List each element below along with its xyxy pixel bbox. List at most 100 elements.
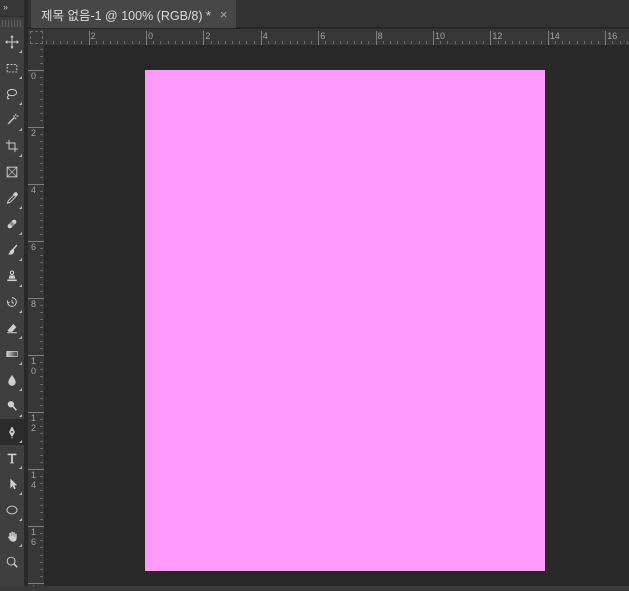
ruler-label: 4	[31, 185, 37, 195]
ruler-minor-tick	[461, 41, 463, 44]
ruler-minor-tick	[40, 248, 43, 250]
ruler-minor-tick	[476, 41, 478, 44]
ruler-minor-tick	[40, 219, 43, 221]
ruler-minor-tick	[40, 454, 43, 456]
ruler-minor-tick	[346, 41, 348, 44]
panel-collapse-icon[interactable]: »	[3, 2, 8, 12]
ruler-minor-tick	[40, 326, 43, 328]
vertical-ruler[interactable]: 024681 01 21 41 61 8	[28, 45, 44, 586]
ruler-minor-tick	[40, 540, 43, 542]
tool-rectangular-marquee[interactable]	[0, 55, 24, 81]
ruler-minor-tick	[153, 41, 155, 44]
zoom-icon	[5, 555, 19, 569]
tools-panel-grip[interactable]	[2, 20, 22, 27]
ruler-major-tick	[490, 31, 492, 45]
ruler-minor-tick	[40, 141, 43, 143]
crop-icon	[5, 139, 19, 153]
ruler-minor-tick	[40, 98, 43, 100]
ruler-minor-tick	[40, 390, 43, 392]
ruler-label: 1 6	[31, 527, 37, 547]
ruler-minor-tick	[483, 41, 485, 44]
ruler-minor-tick	[267, 41, 269, 44]
ruler-minor-tick	[40, 347, 43, 349]
ruler-major-tick	[146, 31, 147, 45]
bottom-edge	[0, 586, 629, 591]
ruler-minor-tick	[562, 41, 564, 44]
tool-flyout-indicator	[19, 440, 22, 443]
tool-flyout-indicator	[19, 102, 22, 105]
tool-brush[interactable]	[0, 237, 24, 263]
lasso-icon	[5, 87, 19, 101]
tool-spot-healing-brush[interactable]	[0, 211, 24, 237]
tool-pen[interactable]	[0, 419, 24, 445]
document-tab[interactable]: 제목 없음-1 @ 100% (RGB/8) * ×	[31, 0, 237, 28]
ruler-minor-tick	[40, 447, 43, 449]
ruler-minor-tick	[275, 41, 277, 44]
ruler-minor-tick	[217, 41, 219, 44]
tools-panel-header: »	[0, 0, 24, 17]
ruler-minor-tick	[40, 212, 43, 214]
ruler-minor-tick	[504, 41, 506, 44]
tool-type[interactable]	[0, 445, 24, 471]
ruler-minor-tick	[447, 41, 449, 44]
tool-zoom[interactable]	[0, 549, 24, 575]
ruler-major-tick	[260, 31, 262, 45]
tool-gradient[interactable]	[0, 341, 24, 367]
frame-icon	[5, 165, 19, 179]
ruler-corner[interactable]	[28, 29, 44, 45]
ruler-minor-tick	[40, 105, 43, 107]
tool-hand[interactable]	[0, 523, 24, 549]
ruler-minor-tick	[40, 461, 43, 463]
ruler-minor-tick	[110, 41, 112, 44]
tool-path-selection[interactable]	[0, 471, 24, 497]
tool-clone-stamp[interactable]	[0, 263, 24, 289]
document-canvas[interactable]	[145, 70, 545, 571]
ruler-minor-tick	[382, 41, 384, 44]
ruler-label: 8	[377, 31, 383, 41]
ruler-minor-tick	[40, 518, 43, 520]
tab-close-icon[interactable]: ×	[220, 8, 228, 21]
tool-ellipse[interactable]	[0, 497, 24, 523]
horizontal-ruler[interactable]: 2 0 2 4 6 8 10 12 14 16	[44, 29, 629, 45]
ruler-minor-tick	[40, 119, 43, 121]
ruler-minor-tick	[67, 41, 69, 44]
ruler-minor-tick	[511, 41, 513, 44]
ruler-minor-tick	[40, 483, 43, 485]
ruler-minor-tick	[40, 433, 43, 435]
hand-icon	[5, 529, 19, 543]
tool-frame[interactable]	[0, 159, 24, 185]
tool-eyedropper[interactable]	[0, 185, 24, 211]
tool-dodge[interactable]	[0, 393, 24, 419]
ruler-minor-tick	[339, 41, 341, 44]
ruler-minor-tick	[95, 41, 97, 44]
brush-icon	[5, 243, 19, 257]
ruler-minor-tick	[167, 41, 169, 44]
tool-eraser[interactable]	[0, 315, 24, 341]
document-tab-bar: 제목 없음-1 @ 100% (RGB/8) * ×	[28, 0, 629, 28]
tool-magic-wand[interactable]	[0, 107, 24, 133]
ruler-minor-tick	[40, 262, 43, 264]
ruler-minor-tick	[468, 41, 470, 44]
ruler-minor-tick	[210, 41, 212, 44]
ruler-major-tick	[547, 31, 549, 45]
tool-crop[interactable]	[0, 133, 24, 159]
tool-history-brush[interactable]	[0, 289, 24, 315]
ruler-minor-tick	[40, 48, 43, 50]
magic-wand-icon	[5, 113, 19, 127]
tool-flyout-indicator	[19, 492, 22, 495]
ruler-minor-tick	[626, 41, 628, 44]
tool-flyout-indicator	[19, 466, 22, 469]
ruler-minor-tick	[40, 419, 43, 421]
tool-lasso[interactable]	[0, 81, 24, 107]
spot-healing-brush-icon	[5, 217, 19, 231]
tool-blur[interactable]	[0, 367, 24, 393]
pen-icon	[5, 425, 19, 439]
ruler-minor-tick	[40, 269, 43, 271]
tool-move[interactable]	[0, 29, 24, 55]
ruler-minor-tick	[40, 497, 43, 499]
ruler-minor-tick	[40, 91, 43, 93]
ruler-minor-tick	[418, 41, 420, 44]
ruler-minor-tick	[40, 383, 43, 385]
ruler-minor-tick	[40, 276, 43, 278]
ruler-major-tick	[433, 31, 434, 45]
